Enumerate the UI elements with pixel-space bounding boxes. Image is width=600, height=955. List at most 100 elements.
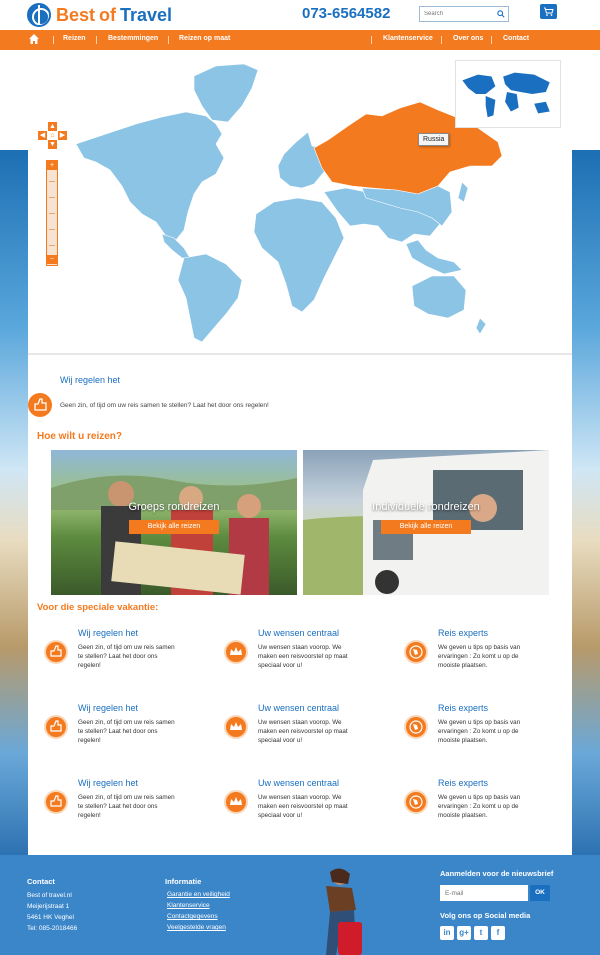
- mini-world-map: [462, 72, 550, 118]
- facebook-icon[interactable]: f: [491, 926, 505, 940]
- footer-link[interactable]: Contactgegevens: [167, 913, 218, 920]
- map-region-japan[interactable]: [457, 181, 469, 203]
- globe-icon: [404, 640, 428, 664]
- zoom-tick: [49, 181, 55, 182]
- feature-text: Uw wensen staan voorop. We maken een rei…: [258, 794, 348, 820]
- feature-title[interactable]: Reis experts: [438, 703, 488, 713]
- twitter-icon[interactable]: t: [474, 926, 488, 940]
- intro-text: Geen zin, of tijd om uw reis samen te st…: [60, 402, 269, 409]
- nav-item-reizen[interactable]: Reizen: [63, 35, 86, 42]
- nav-separator: [491, 36, 492, 44]
- map-region-southeast-asia[interactable]: [405, 239, 463, 275]
- globe-icon: [404, 790, 428, 814]
- linkedin-icon[interactable]: in: [440, 926, 454, 940]
- feature-text: Uw wensen staan voorop. We maken een rei…: [258, 644, 348, 670]
- footer-link[interactable]: Garantie en veiligheid: [167, 891, 230, 898]
- pan-down-button[interactable]: ▼: [48, 140, 57, 149]
- footer-contact-line: Meijerijstraat 1: [27, 903, 70, 910]
- cart-icon: [544, 7, 554, 16]
- thumbs-up-icon: [44, 790, 68, 814]
- footer-contact-line: Tel: 085-2018466: [27, 925, 78, 932]
- thumbs-up-icon: [28, 393, 52, 417]
- nav-item-contact[interactable]: Contact: [503, 35, 529, 42]
- nav-separator: [96, 36, 97, 44]
- footer-link[interactable]: Veelgestelde vragen: [167, 924, 226, 931]
- feature-title[interactable]: Uw wensen centraal: [258, 778, 339, 788]
- pan-right-button[interactable]: ▶: [58, 131, 67, 140]
- feature-title[interactable]: Reis experts: [438, 778, 488, 788]
- logo-text-of: of: [99, 4, 117, 25]
- nav-item-reizen-op-maat[interactable]: Reizen op maat: [179, 35, 230, 42]
- pan-left-button[interactable]: ◀: [38, 131, 47, 140]
- feature-text: Geen zin, of tijd om uw reis samen te st…: [78, 794, 175, 820]
- search-input[interactable]: [420, 7, 492, 21]
- feature-title[interactable]: Uw wensen centraal: [258, 628, 339, 638]
- googleplus-icon[interactable]: g+: [457, 926, 471, 940]
- view-all-tours-button[interactable]: Bekijk alle reizen: [381, 520, 471, 534]
- nav-item-klantenservice[interactable]: Klantenservice: [383, 35, 433, 42]
- footer-link[interactable]: Klantenservice: [167, 902, 210, 909]
- feature-text: We geven u tips op basis van ervaringen …: [438, 794, 521, 820]
- map-region-south-america[interactable]: [177, 253, 243, 343]
- feature-text: We geven u tips op basis van ervaringen …: [438, 644, 521, 670]
- section-title-special: Voor die speciale vakantie:: [37, 602, 159, 613]
- feature-title[interactable]: Uw wensen centraal: [258, 703, 339, 713]
- globe-logo-icon: [27, 3, 51, 27]
- card-title: Individuele rondreizen: [372, 501, 480, 513]
- individual-tours-card[interactable]: Individuele rondreizen Bekijk alle reize…: [303, 450, 549, 595]
- newsletter-submit-button[interactable]: OK: [530, 885, 550, 901]
- nav-separator: [53, 36, 54, 44]
- crown-icon: [224, 790, 248, 814]
- home-view-button[interactable]: ⌂: [48, 131, 57, 140]
- zoom-tick: [49, 213, 55, 214]
- card-title: Groeps rondreizen: [128, 501, 220, 513]
- map-region-greenland[interactable]: [193, 63, 259, 123]
- feature-title[interactable]: Wij regelen het: [78, 778, 138, 788]
- zoom-in-button[interactable]: +: [47, 161, 57, 170]
- feature-text: Uw wensen staan voorop. We maken een rei…: [258, 719, 348, 745]
- crown-icon: [224, 640, 248, 664]
- group-tours-card[interactable]: Groeps rondreizen Bekijk alle reizen: [51, 450, 297, 595]
- globe-icon: [404, 715, 428, 739]
- zoom-out-button[interactable]: −: [47, 255, 57, 264]
- nav-item-bestemmingen[interactable]: Bestemmingen: [108, 35, 158, 42]
- header: Best of Travel 073-6564582: [0, 0, 600, 30]
- phone-number[interactable]: 073-6564582: [302, 5, 390, 22]
- feature-text: Geen zin, of tijd om uw reis samen te st…: [78, 644, 175, 670]
- beach-background-right: [572, 150, 600, 860]
- nav-separator: [168, 36, 169, 44]
- feature-title[interactable]: Reis experts: [438, 628, 488, 638]
- feature-title[interactable]: Wij regelen het: [78, 703, 138, 713]
- view-all-tours-button[interactable]: Bekijk alle reizen: [129, 520, 219, 534]
- section-title-how: Hoe wilt u reizen?: [37, 431, 123, 442]
- thumbs-up-icon: [44, 715, 68, 739]
- feature-text: Geen zin, of tijd om uw reis samen te st…: [78, 719, 175, 745]
- traveller-illustration: [326, 868, 362, 955]
- zoom-tick: [49, 197, 55, 198]
- map-region-australia[interactable]: [411, 275, 467, 319]
- search-box: [419, 6, 509, 22]
- map-region-new-zealand[interactable]: [475, 317, 487, 335]
- map-region-north-america[interactable]: [75, 111, 225, 241]
- mini-map[interactable]: [455, 60, 561, 128]
- cart-button[interactable]: [540, 4, 557, 19]
- feature-title[interactable]: Wij regelen het: [78, 628, 138, 638]
- logo-text-travel: Travel: [120, 4, 173, 25]
- beach-background-left: [0, 150, 28, 860]
- pan-up-button[interactable]: ▲: [48, 122, 57, 131]
- footer-contact-line: Best of travel.nl: [27, 892, 72, 899]
- crown-icon: [224, 715, 248, 739]
- search-icon[interactable]: [497, 10, 505, 18]
- world-map[interactable]: [66, 62, 516, 347]
- logo[interactable]: Best of Travel: [27, 3, 172, 27]
- nav-separator: [371, 36, 372, 44]
- nav-item-over-ons[interactable]: Over ons: [453, 35, 483, 42]
- zoom-slider[interactable]: + −: [46, 160, 58, 266]
- newsletter-email-input[interactable]: [440, 885, 528, 901]
- zoom-tick: [49, 245, 55, 246]
- newsletter-title: Aanmelden voor de nieuwsbrief: [440, 869, 554, 878]
- map-region-africa[interactable]: [253, 197, 345, 313]
- map-tooltip: Russia: [418, 133, 450, 146]
- footer-contact-line: 5461 HK Veghel: [27, 914, 74, 921]
- home-icon[interactable]: [28, 33, 40, 45]
